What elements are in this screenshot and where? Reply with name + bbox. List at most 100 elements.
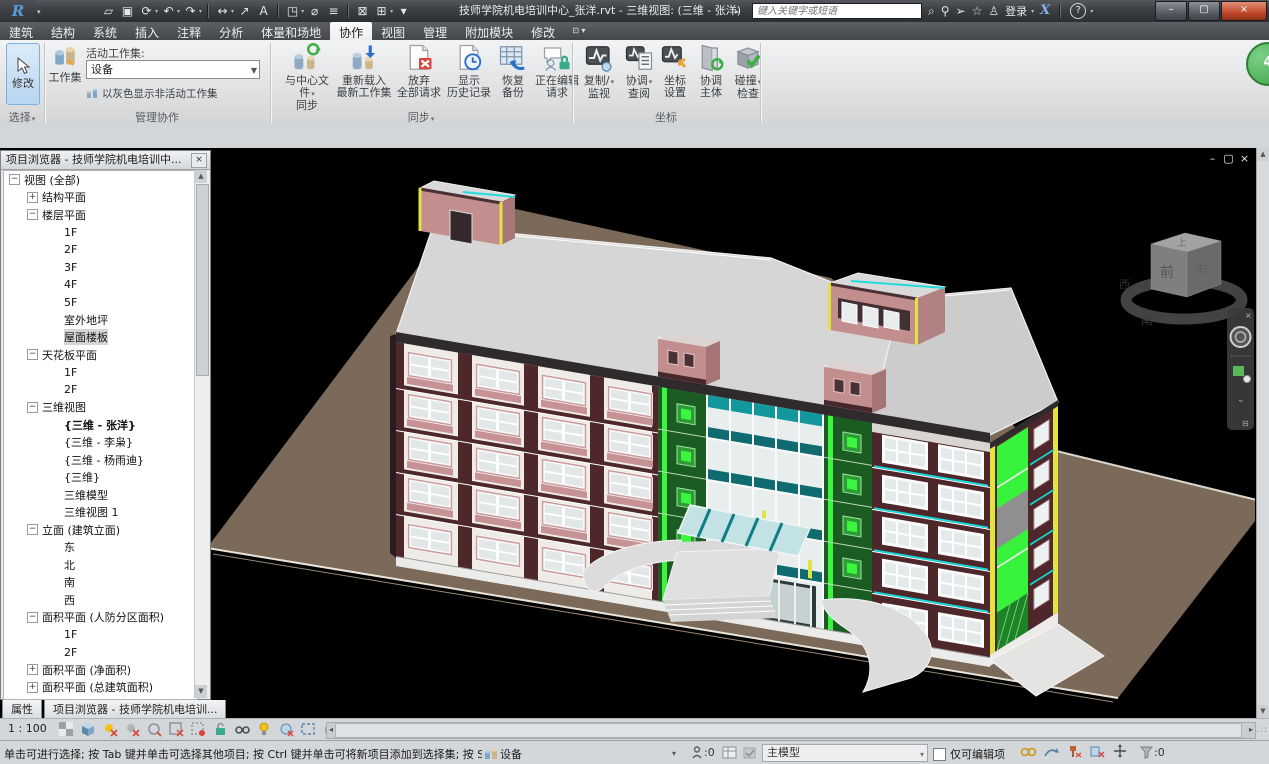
copy-monitor-button[interactable]: 复制/监视 <box>580 43 618 100</box>
thin-lines-icon[interactable]: ≡ <box>325 2 342 20</box>
unpin-icon[interactable] <box>1066 744 1083 759</box>
modify-button[interactable]: 修改 <box>6 43 40 105</box>
green-tower-right[interactable] <box>824 365 872 638</box>
tree-item[interactable]: 三维视图 1 <box>4 504 197 522</box>
temporary-hide-isolate-icon[interactable] <box>234 721 252 738</box>
panel-synchronize[interactable]: 同步 <box>270 109 572 123</box>
text-note-icon[interactable]: A <box>255 2 272 20</box>
measure-icon[interactable]: ↔ <box>214 2 231 20</box>
tree-item[interactable]: +面积平面 (总建筑面积) <box>4 679 197 697</box>
undo-dropdown-icon[interactable]: ▾ <box>177 8 180 15</box>
worksets-button[interactable]: 工作集 <box>48 43 82 105</box>
tab-modify[interactable]: 修改 <box>522 22 564 42</box>
compass-east-label[interactable]: 东 <box>1233 295 1245 309</box>
tab-structure[interactable]: 结构 <box>42 22 84 42</box>
tab-massing-site[interactable]: 体量和场地 <box>252 22 330 42</box>
open-file-icon[interactable]: ▱ <box>100 2 117 20</box>
tab-architecture[interactable]: 建筑 <box>0 22 42 42</box>
tab-manage[interactable]: 管理 <box>414 22 456 42</box>
steering-wheel-icon[interactable] <box>1231 327 1251 347</box>
vertical-scrollbar[interactable]: ▲ ▼ <box>1256 148 1269 718</box>
design-option-select[interactable]: 主模型▾ <box>762 744 928 762</box>
favorites-star-icon[interactable]: ☆ <box>972 4 983 18</box>
tree-item[interactable]: −面积平面 (人防分区面积) <box>4 609 197 627</box>
close-button[interactable]: × <box>1221 1 1267 21</box>
tab-annotate[interactable]: 注释 <box>168 22 210 42</box>
tree-item[interactable]: 室外地坪 <box>4 311 197 329</box>
detail-level-icon[interactable] <box>58 721 76 738</box>
tab-systems[interactable]: 系统 <box>84 22 126 42</box>
sync-dropdown-icon[interactable]: ▾ <box>155 8 158 15</box>
tree-item[interactable]: −视图 (全部) <box>4 171 197 189</box>
temporary-view-properties-icon[interactable] <box>300 721 318 738</box>
switch-windows-icon[interactable]: ⊞ <box>373 2 390 20</box>
tree-item[interactable]: 南 <box>4 574 197 592</box>
drag-elements-icon[interactable] <box>1112 744 1129 759</box>
tab-analyze[interactable]: 分析 <box>210 22 252 42</box>
view-scale-button[interactable]: 1 : 100 <box>8 722 47 735</box>
visual-style-icon[interactable] <box>80 721 98 738</box>
minimize-button[interactable]: – <box>1155 1 1187 21</box>
tree-scroll-up-icon[interactable]: ▲ <box>195 170 207 183</box>
tab-view[interactable]: 视图 <box>372 22 414 42</box>
navigation-bar[interactable]: × ⌄ ⊟ <box>1227 308 1254 430</box>
restore-button[interactable]: ▢ <box>1188 1 1220 21</box>
rendering-dialog-icon[interactable] <box>146 721 164 738</box>
tree-item[interactable]: 2F <box>4 644 197 662</box>
checkbox-icon[interactable] <box>933 748 946 761</box>
tree-item[interactable]: 西 <box>4 591 197 609</box>
tree-item[interactable]: −三维视图 <box>4 399 197 417</box>
reload-latest-button[interactable]: 重新载入最新工作集 <box>336 43 392 99</box>
aligned-dimension-icon[interactable]: ↗ <box>236 2 253 20</box>
tree-item-selected[interactable]: 屋面楼板 <box>4 329 197 347</box>
worksharing-display-icon[interactable] <box>1020 744 1037 759</box>
save-icon[interactable]: ▣ <box>119 2 136 20</box>
tree-item[interactable]: 1F <box>4 224 197 242</box>
coordination-settings-button[interactable]: 坐标设置 <box>658 43 692 99</box>
viewcube-right-label[interactable]: 右 <box>1197 261 1208 275</box>
resize-grip[interactable]: .:: <box>1256 725 1268 735</box>
editable-only-checkbox[interactable]: 仅可编辑项 <box>933 746 1005 762</box>
section-icon[interactable]: ⌀ <box>306 2 323 20</box>
tab-addins[interactable]: 附加模块 <box>456 22 522 42</box>
customize-qat-icon[interactable]: ▾ <box>395 2 412 20</box>
switch-windows-dropdown-icon[interactable]: ▾ <box>390 8 393 15</box>
search-help-icon[interactable]: ⌕ <box>928 4 935 19</box>
tree-item[interactable]: 1F <box>4 364 197 382</box>
pointer-icon[interactable]: ➢ <box>956 4 966 18</box>
compass-west-label[interactable]: 西 <box>1119 278 1130 291</box>
tree-item[interactable]: 3F <box>4 259 197 277</box>
restore-backup-button[interactable]: 恢复备份 <box>494 43 532 99</box>
sign-in-button[interactable]: 登录 <box>1005 3 1027 19</box>
save-orientation-lock-icon[interactable] <box>212 721 230 738</box>
tree-item[interactable]: 三维模型 <box>4 486 197 504</box>
scroll-left-icon[interactable]: ◂ <box>329 725 333 734</box>
project-browser-close-icon[interactable]: × <box>191 153 207 168</box>
workset-status-arrow-icon[interactable]: ▾ <box>672 749 676 758</box>
help-icon[interactable]: ? <box>1070 3 1086 19</box>
view-minimize-icon[interactable]: – <box>1205 152 1220 165</box>
tree-scroll-down-icon[interactable]: ▼ <box>195 685 207 698</box>
tree-item[interactable]: +面积平面 (净面积) <box>4 661 197 679</box>
sun-path-icon[interactable] <box>102 721 120 738</box>
review-warnings-icon[interactable] <box>1043 744 1060 759</box>
tree-scrollbar[interactable]: ▲ ▼ <box>194 170 209 698</box>
sync-with-central-button[interactable]: 与中心文件同步 <box>282 43 332 112</box>
tree-item[interactable]: +结构平面 <box>4 189 197 207</box>
tab-insert[interactable]: 插入 <box>126 22 168 42</box>
tab-collaborate[interactable]: 协作 <box>330 22 372 42</box>
panel-coordinate[interactable]: 坐标 <box>572 109 760 123</box>
viewcube-front-label[interactable]: 前 <box>1160 264 1174 281</box>
3d-view-scene[interactable]: 南 东 西 前 上 右 × ⌄ ⊟ <box>211 148 1255 718</box>
tree-item[interactable]: −楼层平面 <box>4 206 197 224</box>
select-arrow-icon[interactable]: ▼ <box>251 62 257 79</box>
design-option-arrow-icon[interactable]: ▾ <box>920 747 924 763</box>
tree-item[interactable]: {三维 - 李枭} <box>4 434 197 452</box>
subscription-key-icon[interactable]: ⚲ <box>941 4 950 18</box>
crop-view-icon[interactable] <box>168 721 186 738</box>
navbar-chevron-icon[interactable]: ⌄ <box>1237 395 1245 405</box>
sign-in-person-icon[interactable]: ♙ <box>988 4 999 18</box>
redo-icon[interactable]: ↷ <box>182 2 199 20</box>
tree-item[interactable]: 东 <box>4 539 197 557</box>
scroll-down-icon[interactable]: ▼ <box>1257 705 1269 718</box>
